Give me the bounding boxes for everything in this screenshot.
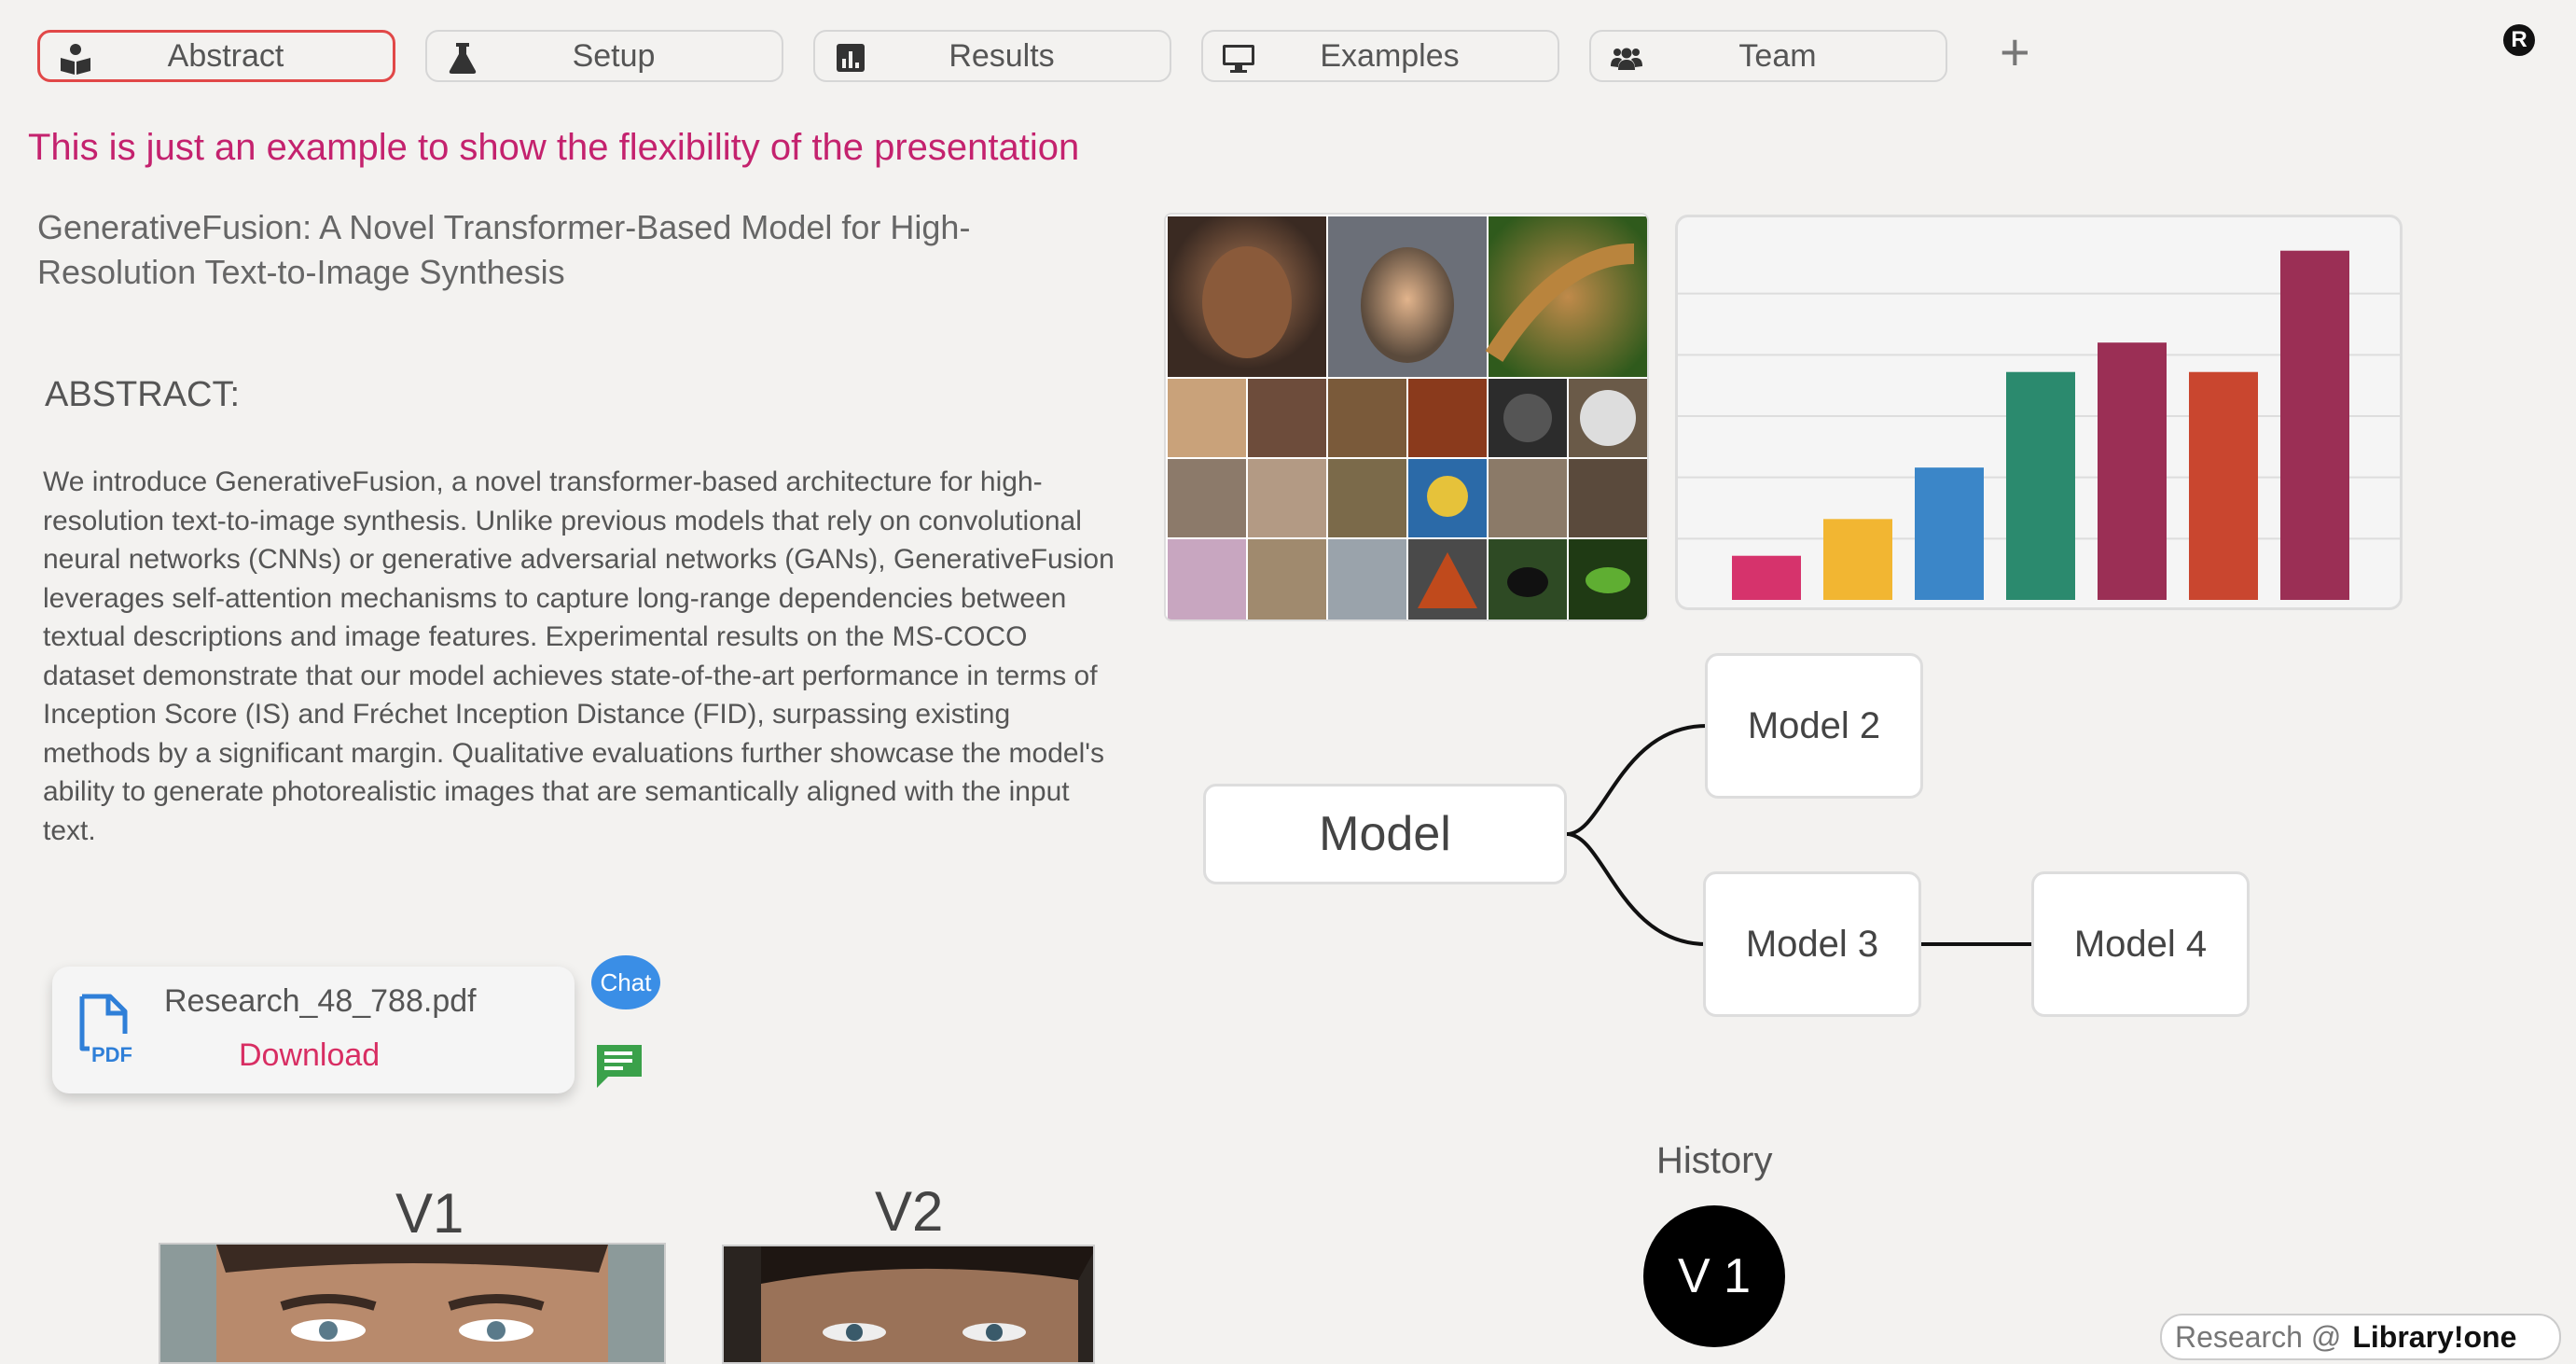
small-image-tiles	[1168, 379, 1647, 619]
svg-text:PDF: PDF	[91, 1043, 132, 1064]
tab-setup[interactable]: Setup	[425, 30, 783, 82]
diagram-node-model-2[interactable]: Model 2	[1705, 653, 1923, 799]
chart-icon	[837, 44, 865, 72]
paper-title: GenerativeFusion: A Novel Transformer-Ba…	[37, 208, 971, 291]
footer-brand: Library!one	[2352, 1319, 2517, 1354]
abstract-heading: ABSTRACT:	[45, 375, 241, 414]
tab-results[interactable]: Results	[813, 30, 1171, 82]
history-version-node[interactable]: V 1	[1643, 1205, 1785, 1347]
tab-abstract[interactable]: Abstract	[37, 30, 395, 82]
pdf-filename: Research_48_788.pdf	[164, 983, 477, 1019]
diagram-node-model[interactable]: Model	[1203, 784, 1567, 884]
pdf-card: PDF Research_48_788.pdf Download	[52, 967, 575, 1093]
users-icon	[1611, 48, 1642, 70]
portrait-v2[interactable]	[722, 1245, 1095, 1364]
footer-badge[interactable]: Research @ Library!one	[2160, 1314, 2561, 1360]
diagram-node-model-4[interactable]: Model 4	[2031, 871, 2250, 1017]
chart-bar	[2006, 371, 2075, 600]
user-badge[interactable]: R	[2503, 24, 2535, 56]
tab-label: Examples	[1320, 37, 1460, 74]
chart-bar	[2280, 250, 2349, 600]
tab-label: Setup	[572, 37, 656, 74]
tab-label: Results	[949, 37, 1055, 74]
tab-team[interactable]: Team	[1589, 30, 1947, 82]
tab-label: Abstract	[167, 37, 284, 74]
chart-bar	[2098, 342, 2167, 600]
footer-prefix: Research @	[2175, 1319, 2342, 1354]
chart-bar	[1823, 519, 1892, 600]
version-label-v1: V1	[395, 1182, 464, 1245]
results-bar-chart	[1675, 215, 2403, 610]
sample-image-grid	[1164, 213, 1649, 621]
portrait-v1[interactable]	[159, 1243, 666, 1364]
notes-icon[interactable]	[593, 1041, 645, 1090]
chart-bar	[1732, 555, 1801, 600]
flask-icon	[449, 43, 477, 74]
tab-examples[interactable]: Examples	[1201, 30, 1559, 82]
abstract-text: We introduce GenerativeFusion, a novel t…	[43, 466, 1115, 846]
history-label: History	[1656, 1140, 1773, 1181]
chat-button[interactable]: Chat	[591, 955, 660, 1009]
grid-image	[1489, 216, 1647, 377]
diagram-node-model-3[interactable]: Model 3	[1703, 871, 1921, 1017]
pdf-download-link[interactable]: Download	[239, 1037, 380, 1074]
monitor-icon	[1223, 45, 1254, 73]
reader-icon	[61, 44, 90, 75]
chart-bar	[1915, 467, 1984, 600]
chart-bar	[2189, 371, 2258, 600]
pdf-file-icon: PDF	[79, 994, 132, 1064]
version-label-v2: V2	[875, 1180, 944, 1243]
tab-label: Team	[1738, 37, 1817, 74]
add-tab-button[interactable]: +	[2000, 22, 2030, 82]
presentation-note: This is just an example to show the flex…	[28, 127, 1080, 168]
